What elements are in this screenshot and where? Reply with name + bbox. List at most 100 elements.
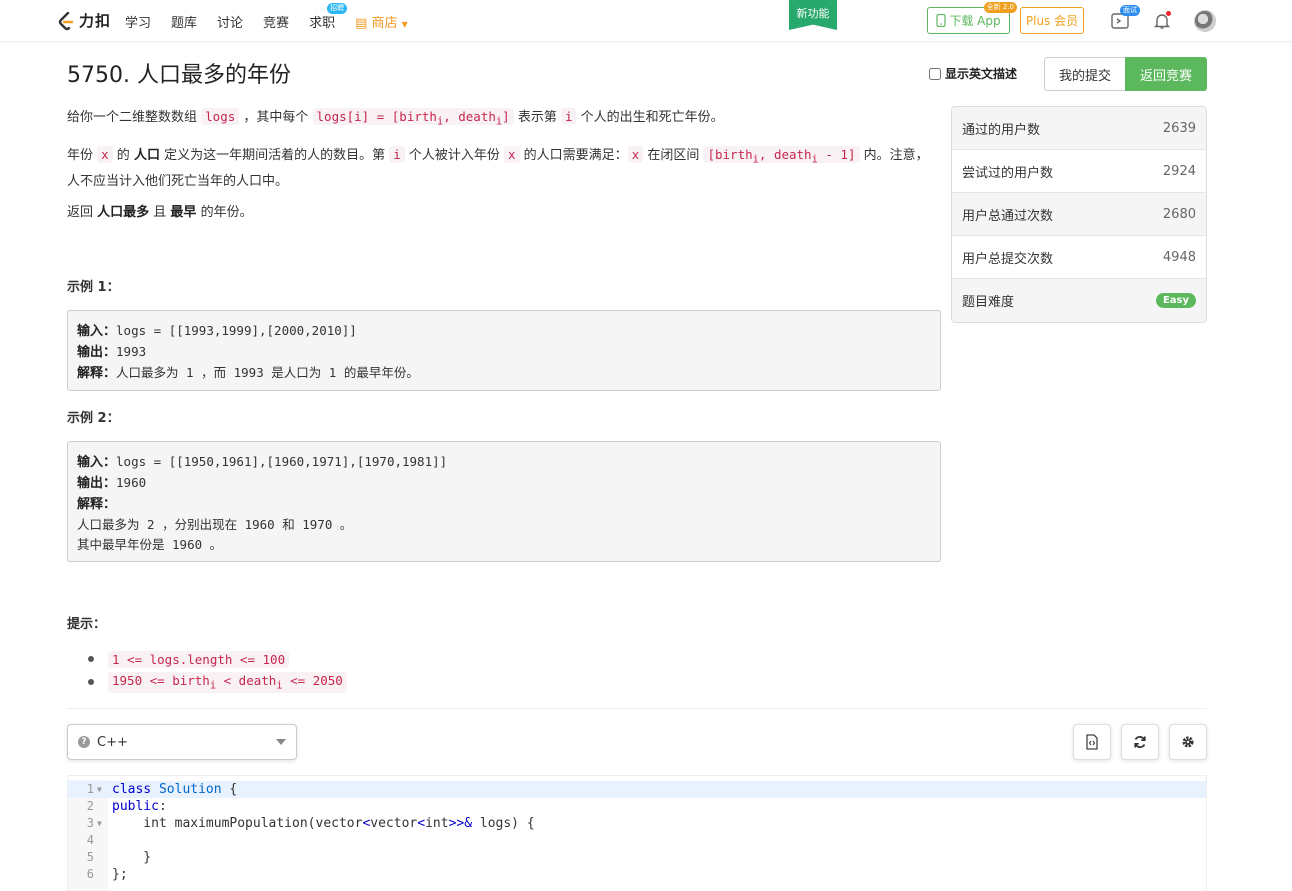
code-token: { — [221, 782, 238, 797]
example-output: 1993 — [116, 344, 147, 359]
jobs-badge: 招聘 — [327, 2, 348, 14]
line-number: 6 — [86, 867, 94, 881]
text: 个人的出生和死亡年份。 — [576, 110, 724, 125]
chevron-down-icon: ▼ — [401, 19, 408, 29]
show-english-toggle[interactable]: 显示英文描述 — [929, 65, 1017, 82]
code-text: , death — [443, 109, 496, 124]
inline-code: logs — [201, 108, 240, 125]
text: 表示第 — [513, 110, 561, 125]
example-2-explain-line-1: 人口最多为 2 ，分别出现在 1960 和 1970 。 — [77, 517, 353, 532]
new-feature-ribbon[interactable]: 新功能 — [789, 0, 837, 30]
nav-discuss[interactable]: 讨论 — [217, 12, 243, 31]
example-2-input-line: 输入：logs = [[1950,1961],[1960,1971],[1970… — [77, 452, 931, 473]
inline-code: i — [560, 108, 577, 125]
help-icon[interactable]: ? — [78, 736, 90, 748]
code-line[interactable]: 2 public: — [68, 798, 1206, 815]
output-label: 输出： — [77, 476, 117, 491]
code-line[interactable]: 6 }; — [68, 866, 1206, 883]
code-text: }; — [112, 867, 128, 882]
nav-links: 学习 题库 讨论 竞赛 求职 招聘 ▤ 商店 ▼ — [125, 0, 428, 42]
fold-arrow-icon[interactable]: ▼ — [97, 815, 102, 832]
interview-button[interactable]: 面试 — [1110, 5, 1140, 32]
language-value: C++ — [97, 734, 128, 750]
line-number: 1 — [86, 782, 94, 796]
stat-label: 尝试过的用户数 — [962, 165, 1054, 181]
fold-arrow-icon[interactable]: ▼ — [97, 781, 102, 798]
nav-jobs[interactable]: 求职 招聘 — [309, 2, 348, 31]
code-text: [birth — [707, 147, 753, 162]
input-label: 输入： — [77, 455, 117, 470]
code-line[interactable]: 5 } — [68, 849, 1206, 866]
example-1-box: 输入：logs = [[1993,1999],[2000,2010]] 输出：1… — [67, 310, 941, 391]
bold-text: 人口 — [133, 148, 160, 163]
code-token: logs) { — [472, 816, 535, 831]
code-text: < death — [216, 673, 277, 689]
leetcode-logo[interactable]: 力扣 — [57, 10, 111, 31]
code-text: logs[i] = [birth — [316, 109, 437, 124]
back-to-contest-button[interactable]: 返回竞赛 — [1125, 57, 1207, 91]
code-token: int maximumPopulation(vector — [112, 816, 363, 831]
code-text: , death — [758, 147, 812, 162]
example-2-title: 示例 2： — [67, 411, 120, 426]
description-paragraph-2: 年份 x 的 人口 定义为这一年期间活着的人的数目。第 i 个人被计入年份 x … — [67, 144, 937, 193]
keyword: class — [112, 782, 152, 797]
nav-learn[interactable]: 学习 — [125, 12, 151, 31]
code-line[interactable]: 1 ▼ class Solution { — [68, 781, 1206, 798]
stats-panel: 通过的用户数 2639 尝试过的用户数 2924 用户总通过次数 2680 用户… — [951, 106, 1207, 323]
text: 的人口需要满足： — [519, 148, 628, 163]
keyword: public — [112, 799, 159, 814]
nav-contest[interactable]: 竞赛 — [263, 12, 289, 31]
download-app-button[interactable]: 下载 App 全新 2.0 — [927, 2, 1017, 34]
nav-store-label: 商店 — [371, 15, 398, 31]
inline-code: logs[i] = [birthi, deathi] — [312, 108, 514, 128]
code-line[interactable]: 4 — [68, 832, 1206, 849]
example-2-explain-line-2: 其中最早年份是 1960 。 — [77, 537, 223, 552]
stat-value: 4948 — [1162, 249, 1196, 265]
code-text: 1950 <= birth — [112, 673, 210, 689]
phone-icon — [936, 14, 946, 27]
reset-code-button[interactable] — [1121, 724, 1159, 760]
example-1-output-line: 输出：1993 — [77, 342, 931, 363]
code-token: : — [158, 799, 167, 814]
stat-total-accepted: 用户总通过次数 2680 — [952, 193, 1206, 236]
nav-problems[interactable]: 题库 — [171, 12, 197, 31]
explain-label: 解释： — [77, 366, 117, 381]
interview-badge: 面试 — [1120, 5, 1140, 16]
plus-membership-button[interactable]: Plus 会员 — [1020, 7, 1084, 34]
nav-store[interactable]: ▤ 商店 ▼ — [355, 12, 408, 31]
hint-item: 1 <= logs.length <= 100 — [88, 648, 347, 671]
stat-value: 2924 — [1162, 163, 1196, 179]
stat-tried-users: 尝试过的用户数 2924 — [952, 150, 1206, 193]
code-line[interactable]: 3 ▼ int maximumPopulation(vector<vector<… — [68, 815, 1206, 832]
text: 在闭区间 — [643, 148, 704, 163]
inline-code: 1 <= logs.length <= 100 — [108, 651, 290, 668]
inline-code: x — [504, 146, 520, 163]
notification-dot — [1166, 11, 1171, 16]
inline-code: x — [97, 146, 113, 163]
stat-value: 2639 — [1162, 120, 1196, 136]
code-template-button[interactable] — [1073, 724, 1111, 760]
hint-item: 1950 <= birthi < deathi <= 2050 — [88, 671, 347, 694]
code-editor[interactable]: 1 ▼ class Solution { 2 public: 3 ▼ int m… — [67, 775, 1207, 891]
line-number: 2 — [86, 799, 94, 813]
example-1-input-line: 输入：logs = [[1993,1999],[2000,2010]] — [77, 321, 931, 342]
section-divider — [67, 708, 1207, 709]
stat-total-submissions: 用户总提交次数 4948 — [952, 236, 1206, 279]
user-avatar[interactable] — [1194, 10, 1216, 32]
code-text: int maximumPopulation(vector<vector<int>… — [112, 815, 535, 832]
example-input: logs = [[1950,1961],[1960,1971],[1970,19… — [116, 454, 448, 469]
example-explain: 人口最多为 1 ，而 1993 是人口为 1 的最早年份。 — [116, 365, 419, 380]
line-number: 3 — [86, 816, 94, 830]
refresh-icon — [1134, 736, 1146, 748]
notifications-button[interactable] — [1151, 10, 1173, 32]
inline-code: i — [389, 146, 405, 163]
text: 的 — [112, 148, 134, 163]
code-text: } — [112, 850, 152, 865]
language-select[interactable]: ? C++ — [67, 724, 297, 760]
text: ，其中每个 — [239, 110, 313, 125]
show-english-checkbox[interactable] — [929, 67, 941, 80]
editor-settings-button[interactable] — [1169, 724, 1207, 760]
my-submissions-button[interactable]: 我的提交 — [1044, 57, 1126, 91]
code-token: >>& — [448, 816, 473, 831]
stat-difficulty: 题目难度 Easy — [952, 279, 1206, 322]
